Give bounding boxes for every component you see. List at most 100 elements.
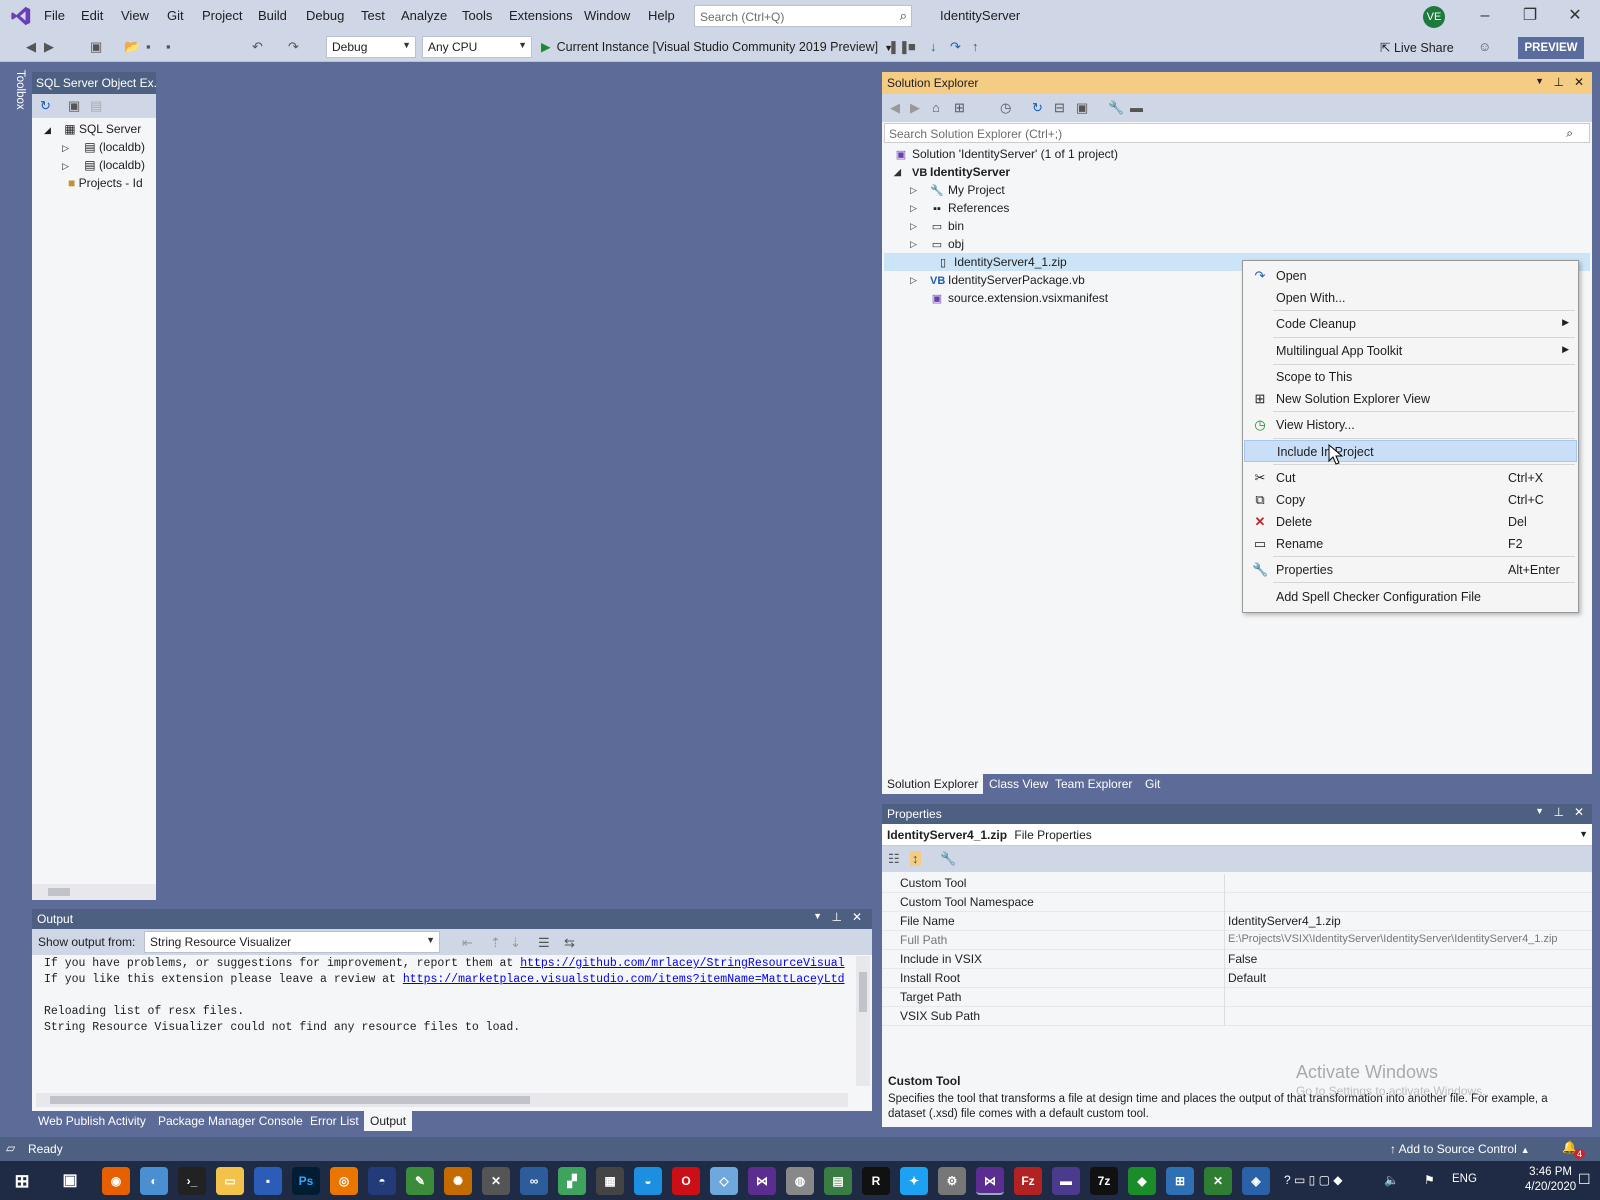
menu-item-rename[interactable]: ▭ Rename F2 [1244, 533, 1577, 555]
menu-item-open[interactable]: ↷ Open [1244, 265, 1577, 287]
new-item-icon[interactable]: ▣ [90, 39, 102, 55]
app-icon[interactable]: ◆ [1128, 1167, 1156, 1195]
marketplace-link[interactable]: https://marketplace.visualstudio.com/ite… [403, 973, 845, 986]
app-icon[interactable]: ▞ [558, 1167, 586, 1195]
property-row[interactable]: Custom Tool Namespace [882, 893, 1592, 912]
forward-icon[interactable]: ▶ [44, 39, 54, 55]
property-row[interactable]: VSIX Sub Path [882, 1007, 1592, 1026]
menu-debug[interactable]: Debug [306, 8, 344, 23]
menu-project[interactable]: Project [202, 8, 242, 23]
pin-icon[interactable]: ⊥ [1554, 75, 1564, 89]
minimize-icon[interactable]: – [1465, 4, 1505, 28]
app-icon[interactable]: R [862, 1167, 890, 1195]
file-explorer-icon[interactable]: ▭ [216, 1167, 244, 1195]
menu-file[interactable]: File [44, 8, 65, 23]
undo-icon[interactable]: ↶ [252, 39, 263, 55]
notepad-plus-icon[interactable]: ✎ [406, 1167, 434, 1195]
chevron-down-icon[interactable]: ▼ [1535, 806, 1544, 816]
menu-edit[interactable]: Edit [81, 8, 103, 23]
app-icon[interactable]: ✕ [1204, 1167, 1232, 1195]
github-link[interactable]: https://github.com/mrlacey/StringResourc… [520, 957, 844, 970]
menu-item-multilingual-app-toolkit[interactable]: Multilingual App Toolkit ▶ [1244, 340, 1577, 362]
property-value[interactable]: IdentityServer4_1.zip [1228, 914, 1341, 928]
calendar-icon[interactable]: ▦ [596, 1167, 624, 1195]
menu-analyze[interactable]: Analyze [401, 8, 447, 23]
seven-zip-icon[interactable]: 7z [1090, 1167, 1118, 1195]
property-row[interactable]: File Name IdentityServer4_1.zip [882, 912, 1592, 931]
tree-item-obj[interactable]: ▷ ▭ obj [910, 235, 964, 253]
stop-icon[interactable]: ■ [908, 39, 916, 54]
tab-package-manager-console[interactable]: Package Manager Console [152, 1111, 309, 1131]
tree-node-projects[interactable]: ■ Projects - Id [68, 176, 143, 190]
add-server-icon[interactable]: ▣ [68, 98, 80, 114]
app-icon[interactable]: ◓ [368, 1167, 396, 1195]
app-icon[interactable]: ◐ [140, 1167, 168, 1195]
visual-studio-icon[interactable]: ⋈ [976, 1167, 1004, 1195]
save-app-icon[interactable]: ▪ [254, 1167, 282, 1195]
switch-views-icon[interactable]: ⊞ [954, 100, 965, 116]
home-icon[interactable]: ⌂ [932, 100, 940, 115]
pin-icon[interactable]: ⊥ [832, 910, 842, 924]
property-row[interactable]: Target Path [882, 988, 1592, 1007]
tab-git[interactable]: Git [1140, 774, 1165, 794]
next-message-icon[interactable]: ⇣ [510, 935, 521, 951]
property-row[interactable]: Include in VSIX False [882, 950, 1592, 969]
app-icon[interactable]: ◍ [786, 1167, 814, 1195]
filezilla-icon[interactable]: Fz [1014, 1167, 1042, 1195]
volume-icon[interactable]: 🔈 [1384, 1173, 1399, 1187]
app-icon[interactable]: ◈ [1242, 1167, 1270, 1195]
tab-team-explorer[interactable]: Team Explorer [1050, 774, 1137, 794]
network-icon[interactable]: ⊞ [1166, 1167, 1194, 1195]
close-icon[interactable]: ✕ [1574, 805, 1584, 819]
settings-icon[interactable]: ⚙ [938, 1167, 966, 1195]
menu-item-code-cleanup[interactable]: Code Cleanup ▶ [1244, 313, 1577, 335]
property-pages-icon[interactable]: 🔧 [940, 851, 956, 867]
redo-icon[interactable]: ↷ [288, 39, 299, 55]
tree-item-references[interactable]: ▷ ▪▪ References [910, 199, 1009, 217]
live-share-button[interactable]: ⇱ Live Share [1380, 40, 1454, 55]
menu-build[interactable]: Build [258, 8, 287, 23]
flag-icon[interactable]: ⚑ [1424, 1173, 1435, 1187]
step-out-icon[interactable]: ↑ [972, 39, 979, 54]
horizontal-scrollbar[interactable] [36, 1093, 848, 1107]
tree-node-sql-server[interactable]: ◢ ▦ SQL Server [44, 122, 141, 136]
menu-item-view-history[interactable]: ◷ View History... [1244, 414, 1577, 436]
menu-extensions[interactable]: Extensions [509, 8, 573, 23]
clear-all-icon[interactable]: ☰ [538, 935, 550, 951]
add-to-source-control-button[interactable]: ↑ Add to Source Control ▲ [1390, 1142, 1530, 1156]
restore-icon[interactable]: ❐ [1510, 4, 1550, 28]
menu-item-include-in-project[interactable]: Include In Project [1244, 440, 1577, 462]
property-row[interactable]: Custom Tool [882, 874, 1592, 893]
firefox-icon[interactable]: ◉ [102, 1167, 130, 1195]
visual-studio-logo-icon[interactable] [10, 5, 32, 27]
back-icon[interactable]: ◀ [26, 39, 36, 55]
vertical-scrollbar[interactable] [856, 956, 870, 1086]
pause-icon[interactable]: ❚❚ [888, 39, 910, 55]
app-icon[interactable]: ▬ [1052, 1167, 1080, 1195]
tools-icon[interactable]: ✕ [482, 1167, 510, 1195]
property-value[interactable]: Default [1228, 971, 1266, 985]
back-icon[interactable]: ◀ [890, 100, 900, 116]
menu-item-copy[interactable]: ⧉ Copy Ctrl+C [1244, 489, 1577, 511]
project-node[interactable]: ◢ VB IdentityServer [894, 163, 1010, 181]
close-icon[interactable]: ✕ [852, 910, 862, 924]
menu-item-delete[interactable]: ✕ Delete Del [1244, 511, 1577, 533]
property-row[interactable]: Full Path E:\Projects\VSIX\IdentityServer… [882, 931, 1592, 950]
word-wrap-icon[interactable]: ⇆ [564, 935, 575, 951]
collapse-all-icon[interactable]: ⊟ [1054, 100, 1065, 116]
windows-start-icon[interactable]: ⊞ [8, 1167, 36, 1195]
open-folder-icon[interactable]: 📂 [124, 39, 140, 55]
save-icon[interactable]: ▪ [146, 39, 151, 54]
opera-icon[interactable]: O [672, 1167, 700, 1195]
menu-item-open-with[interactable]: Open With... [1244, 287, 1577, 309]
previous-message-icon[interactable]: ⇡ [490, 935, 501, 951]
filter-icon[interactable]: ▤ [90, 98, 102, 114]
menu-tools[interactable]: Tools [462, 8, 492, 23]
categorized-icon[interactable]: ☷ [888, 851, 900, 867]
solution-explorer-search[interactable]: Search Solution Explorer (Ctrl+;) ⌕ [884, 123, 1590, 143]
menu-item-properties[interactable]: 🔧 Properties Alt+Enter [1244, 559, 1577, 581]
horizontal-scrollbar[interactable] [32, 884, 156, 900]
pending-changes-icon[interactable]: ◷ [1000, 100, 1011, 116]
configuration-select[interactable]: Debug ▼ [326, 36, 416, 58]
app-icon[interactable]: ✦ [900, 1167, 928, 1195]
